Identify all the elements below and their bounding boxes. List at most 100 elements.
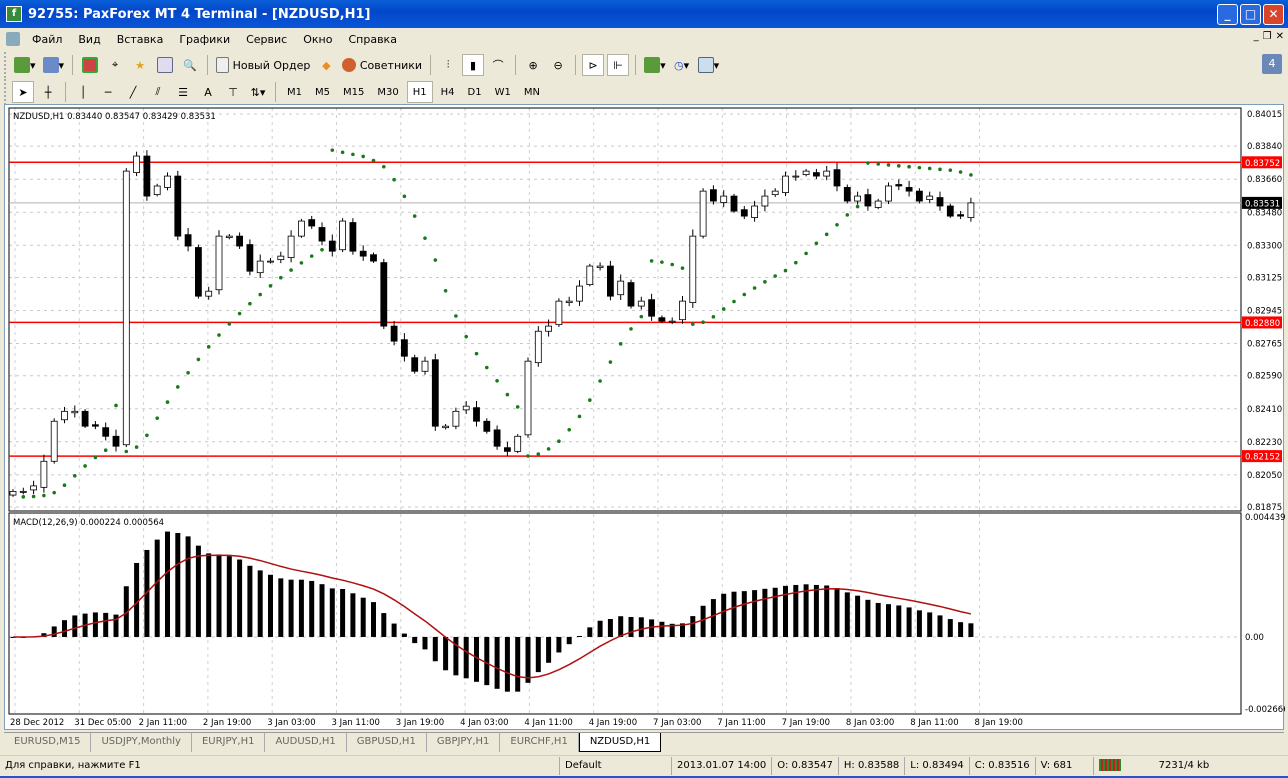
- horizontal-line-button[interactable]: ─: [97, 81, 119, 103]
- trendline-button[interactable]: ╱: [122, 81, 144, 103]
- chart-tab[interactable]: GBPJPY,H1: [427, 733, 501, 752]
- price-chart[interactable]: 0.837520.828800.821520.83531 0.840150.83…: [5, 105, 1288, 731]
- sar-dot: [52, 490, 56, 495]
- navigator-button[interactable]: ★: [129, 54, 151, 76]
- crosshair-button[interactable]: ┼: [37, 81, 59, 103]
- cursor-button[interactable]: ➤: [12, 81, 34, 103]
- macd-histogram-bar: [947, 619, 953, 637]
- bull-candle: [421, 360, 429, 372]
- strategy-tester-button[interactable]: 🔍: [179, 54, 201, 76]
- zoom-out-icon: ⊖: [553, 58, 563, 72]
- data-window-button[interactable]: ⌖: [104, 54, 126, 76]
- periods-button[interactable]: ◷ ▾: [671, 54, 693, 76]
- menu-window[interactable]: Окно: [295, 33, 340, 46]
- zoom-out-button[interactable]: ⊖: [547, 54, 569, 76]
- label-button[interactable]: ⊤: [222, 81, 244, 103]
- macd-histogram-bar: [772, 587, 778, 637]
- bear-candle: [895, 184, 903, 187]
- chart-tab[interactable]: EURUSD,M15: [4, 733, 92, 752]
- macd-histogram-bar: [556, 636, 562, 653]
- chart-tab[interactable]: NZDUSD,H1: [578, 733, 662, 752]
- sar-dot: [485, 365, 489, 370]
- bull-candle: [689, 235, 697, 304]
- chart-tab[interactable]: AUDUSD,H1: [265, 733, 347, 752]
- macd-tick-label: -0.002666: [1245, 705, 1285, 715]
- chart-tab[interactable]: USDJPY,Monthly: [91, 733, 192, 752]
- sar-dot: [237, 311, 242, 316]
- sar-dot: [588, 398, 592, 402]
- sar-dot: [721, 307, 726, 311]
- new-chart-button[interactable]: ▾: [12, 54, 38, 76]
- timeframe-w1[interactable]: W1: [490, 81, 516, 103]
- bear-candle: [380, 262, 388, 327]
- mdi-restore-button[interactable]: ❐: [1263, 31, 1272, 42]
- mdi-close-button[interactable]: ✕: [1276, 31, 1284, 42]
- market-watch-button[interactable]: [79, 54, 101, 76]
- profiles-button[interactable]: ▾: [41, 54, 67, 76]
- candlestick-button[interactable]: ▮: [462, 54, 485, 76]
- zoom-in-button[interactable]: ⊕: [522, 54, 544, 76]
- time-tick-label: 31 Dec 05:00: [74, 718, 131, 728]
- alert-button[interactable]: ◆: [315, 54, 337, 76]
- vertical-line-icon: │: [79, 85, 87, 99]
- bear-candle: [916, 190, 923, 202]
- menu-insert[interactable]: Вставка: [109, 33, 172, 46]
- macd-histogram-bar: [278, 578, 284, 637]
- new-order-button[interactable]: Новый Ордер: [214, 54, 312, 76]
- chart-shift-button[interactable]: ⊩: [607, 54, 630, 76]
- menu-file[interactable]: Файл: [24, 33, 70, 46]
- timeframe-d1[interactable]: D1: [463, 81, 487, 103]
- macd-pane-frame: [8, 512, 1242, 715]
- bar-chart-button[interactable]: ⫶: [437, 54, 459, 76]
- timeframe-h4[interactable]: H4: [436, 81, 460, 103]
- chart-tab[interactable]: GBPUSD,H1: [347, 733, 427, 752]
- templates-button[interactable]: ▾: [696, 54, 722, 76]
- menu-charts[interactable]: Графики: [171, 33, 238, 46]
- fibonacci-icon: ☰: [178, 85, 188, 99]
- minimize-button[interactable]: _: [1217, 4, 1238, 25]
- terminal-button[interactable]: [154, 54, 176, 76]
- status-close: C: 0.83516: [970, 757, 1036, 775]
- chart-tab[interactable]: EURJPY,H1: [192, 733, 266, 752]
- mdi-minimize-button[interactable]: _: [1254, 31, 1259, 42]
- sar-dot: [783, 268, 788, 273]
- sar-dot: [618, 342, 623, 346]
- timeframe-m5[interactable]: M5: [310, 81, 335, 103]
- sar-dot: [969, 173, 973, 177]
- macd-histogram-bar: [875, 602, 881, 637]
- bear-candle: [112, 435, 120, 447]
- messages-button[interactable]: 4: [1262, 54, 1282, 74]
- channel-button[interactable]: ⫽: [147, 81, 169, 103]
- line-chart-button[interactable]: ⌒: [487, 54, 509, 76]
- sar-dot: [495, 378, 499, 383]
- indicators-button[interactable]: ▾: [642, 54, 668, 76]
- macd-histogram-bar: [762, 588, 768, 637]
- chart-window[interactable]: 0.83752 0.82880 0.82152 0.83531 0.84015 0.83…: [4, 104, 1288, 731]
- vertical-line-button[interactable]: │: [72, 81, 94, 103]
- macd-histogram-bar: [103, 612, 109, 637]
- autoscroll-button[interactable]: ⊳: [582, 54, 605, 76]
- maximize-button[interactable]: □: [1240, 4, 1261, 25]
- arrows-button[interactable]: ⇅▾: [247, 81, 269, 103]
- menu-tools[interactable]: Сервис: [238, 33, 295, 46]
- text-button[interactable]: A: [197, 81, 219, 103]
- sar-dot: [217, 333, 221, 337]
- timeframe-m1[interactable]: M1: [282, 81, 307, 103]
- sar-dot: [258, 292, 262, 297]
- chart-tab[interactable]: EURCHF,H1: [500, 733, 579, 752]
- timeframe-h1[interactable]: H1: [406, 81, 433, 103]
- status-traffic: 7231/4 kb: [1158, 760, 1210, 771]
- sar-dot: [866, 161, 870, 165]
- sar-dot: [794, 260, 798, 265]
- timeframe-m15[interactable]: M15: [338, 81, 369, 103]
- sar-dot: [701, 320, 705, 324]
- experts-button[interactable]: Советники: [340, 54, 424, 76]
- timeframe-m30[interactable]: M30: [372, 81, 403, 103]
- menu-help[interactable]: Справка: [340, 33, 404, 46]
- app-icon: f: [6, 6, 22, 22]
- fibonacci-button[interactable]: ☰: [172, 81, 194, 103]
- menu-view[interactable]: Вид: [70, 33, 108, 46]
- bear-candle: [236, 235, 244, 247]
- timeframe-mn[interactable]: MN: [519, 81, 545, 103]
- close-button[interactable]: ✕: [1263, 4, 1284, 25]
